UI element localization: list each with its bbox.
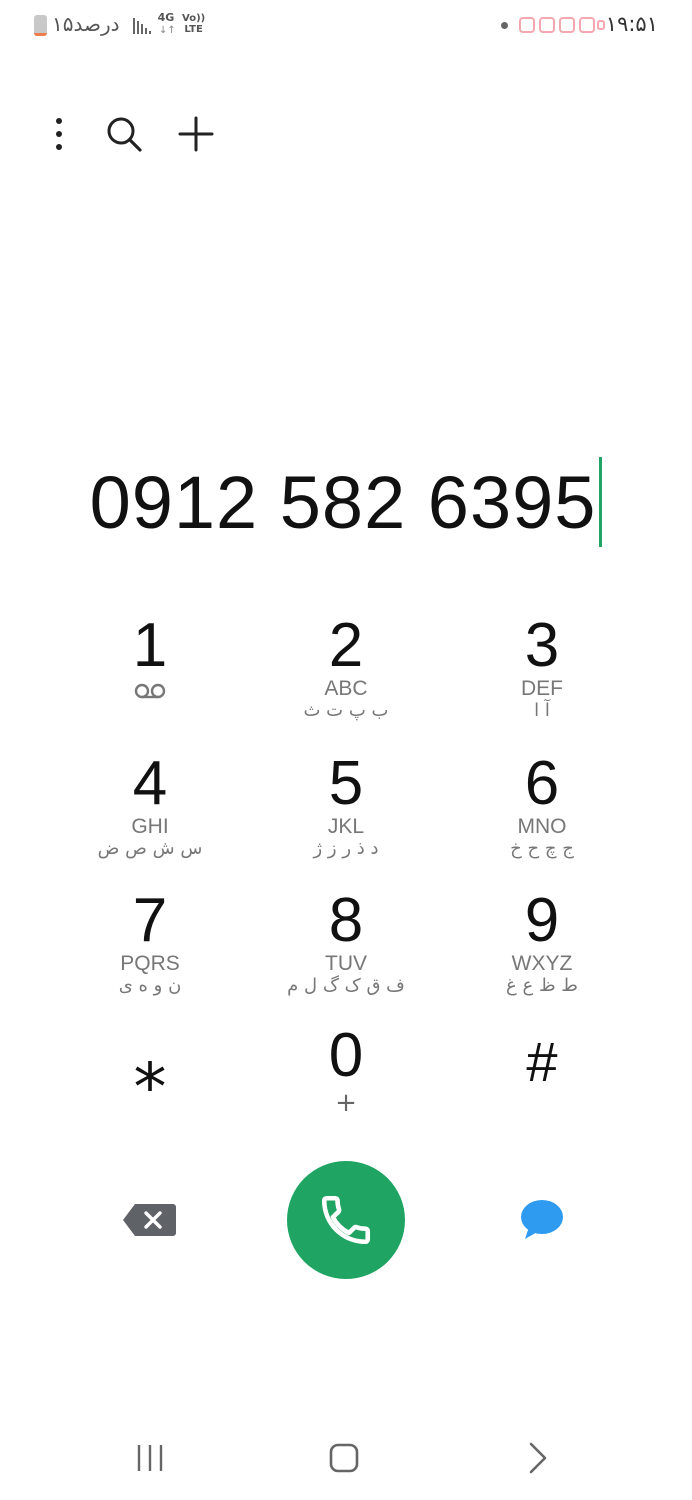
add-contact-button[interactable] xyxy=(168,106,224,162)
key-2[interactable]: 2 ABC ب پ ت ث xyxy=(248,608,444,738)
key-0[interactable]: 0 + xyxy=(248,1018,444,1148)
message-icon xyxy=(521,1200,563,1239)
notification-dot-icon xyxy=(501,22,508,29)
key-letters: PQRS xyxy=(120,952,180,975)
plus-icon xyxy=(178,116,214,152)
key-digit: 6 xyxy=(524,749,560,818)
home-button[interactable] xyxy=(314,1432,374,1484)
recents-icon xyxy=(137,1445,163,1471)
key-digit: 0 xyxy=(328,1021,364,1090)
more-options-button[interactable] xyxy=(31,106,87,162)
call-button[interactable] xyxy=(287,1161,405,1279)
key-4[interactable]: 4 GHI س ش ص ض xyxy=(52,746,248,876)
search-icon xyxy=(107,117,142,152)
network-type-label: 4G xyxy=(157,11,175,24)
battery-percentage: ۱۵درصد xyxy=(52,12,120,36)
key-persian-letters: ف ق ک گ ل م xyxy=(287,975,405,996)
dialed-number-field[interactable]: 0912 582 6395 xyxy=(0,455,692,550)
key-letters: ABC xyxy=(324,677,368,700)
key-letters: TUV xyxy=(325,952,367,975)
back-button[interactable] xyxy=(508,1432,568,1484)
key-6[interactable]: 6 MNO ج چ ح خ xyxy=(444,746,640,876)
home-icon xyxy=(329,1443,359,1473)
key-persian-letters: آ ا xyxy=(534,700,550,721)
key-3[interactable]: 3 DEF آ ا xyxy=(444,608,640,738)
system-navigation-bar xyxy=(0,1420,692,1500)
key-7[interactable]: 7 PQRS ن و ه ی xyxy=(52,883,248,1013)
key-digit: 8 xyxy=(328,886,364,955)
backspace-button[interactable] xyxy=(118,1196,180,1244)
key-digit: # xyxy=(526,1030,558,1093)
key-letters: WXYZ xyxy=(511,952,573,975)
key-digit: ⁎ xyxy=(133,1029,167,1103)
signal-strength-icon xyxy=(133,18,151,34)
backspace-icon xyxy=(123,1204,176,1236)
key-hash[interactable]: # xyxy=(444,1018,640,1148)
key-persian-letters: س ش ص ض xyxy=(97,838,203,859)
notification-icons xyxy=(519,17,605,33)
key-digit: 3 xyxy=(524,611,560,680)
key-digit: 5 xyxy=(328,749,364,818)
battery-icon xyxy=(34,15,47,36)
status-bar: ۱۵درصد 4G ↓↑ Vo)) LTE ۱۹:۵۱ xyxy=(0,0,692,52)
back-icon xyxy=(529,1442,547,1474)
recents-button[interactable] xyxy=(120,1432,180,1484)
send-message-button[interactable] xyxy=(512,1192,572,1248)
clock: ۱۹:۵۱ xyxy=(605,12,658,36)
key-8[interactable]: 8 TUV ف ق ک گ ل م xyxy=(248,883,444,1013)
key-persian-letters: د ذ ر ز ژ xyxy=(313,838,379,859)
key-digit: 2 xyxy=(328,611,364,680)
key-1[interactable]: 1 xyxy=(52,608,248,738)
voicemail-icon xyxy=(134,683,166,699)
key-letters: DEF xyxy=(521,677,563,700)
key-letters: JKL xyxy=(327,815,365,838)
phone-icon xyxy=(321,1195,371,1245)
dialed-number: 0912 582 6395 xyxy=(89,461,597,544)
key-letters: MNO xyxy=(517,815,567,838)
key-letters: GHI xyxy=(131,815,169,838)
key-digit: 1 xyxy=(132,611,168,680)
text-cursor xyxy=(599,457,603,547)
key-digit: 7 xyxy=(132,886,168,955)
volte-bottom-label: LTE xyxy=(184,24,203,35)
more-vertical-icon xyxy=(56,118,62,150)
volte-top-label: Vo)) xyxy=(182,13,206,24)
dialpad: 1 2 ABC ب پ ت ث 3 DEF آ ا 4 GHI س ش ص ض … xyxy=(52,608,640,1148)
key-persian-letters: ب پ ت ث xyxy=(303,700,389,721)
volte-indicator: Vo)) LTE xyxy=(182,13,205,35)
key-digit: 9 xyxy=(524,886,560,955)
key-star[interactable]: ⁎ xyxy=(52,1018,248,1148)
key-persian-letters: ط ظ ع غ xyxy=(506,975,578,996)
dialer-toolbar xyxy=(0,100,692,170)
key-plus-sign: + xyxy=(335,1088,357,1118)
search-button[interactable] xyxy=(96,106,152,162)
key-persian-letters: ن و ه ی xyxy=(118,975,182,996)
battery-level xyxy=(34,32,47,36)
key-digit: 4 xyxy=(132,749,168,818)
key-persian-letters: ج چ ح خ xyxy=(510,838,574,859)
key-9[interactable]: 9 WXYZ ط ظ ع غ xyxy=(444,883,640,1013)
data-activity-icon: ↓↑ xyxy=(159,25,176,36)
key-5[interactable]: 5 JKL د ذ ر ز ژ xyxy=(248,746,444,876)
